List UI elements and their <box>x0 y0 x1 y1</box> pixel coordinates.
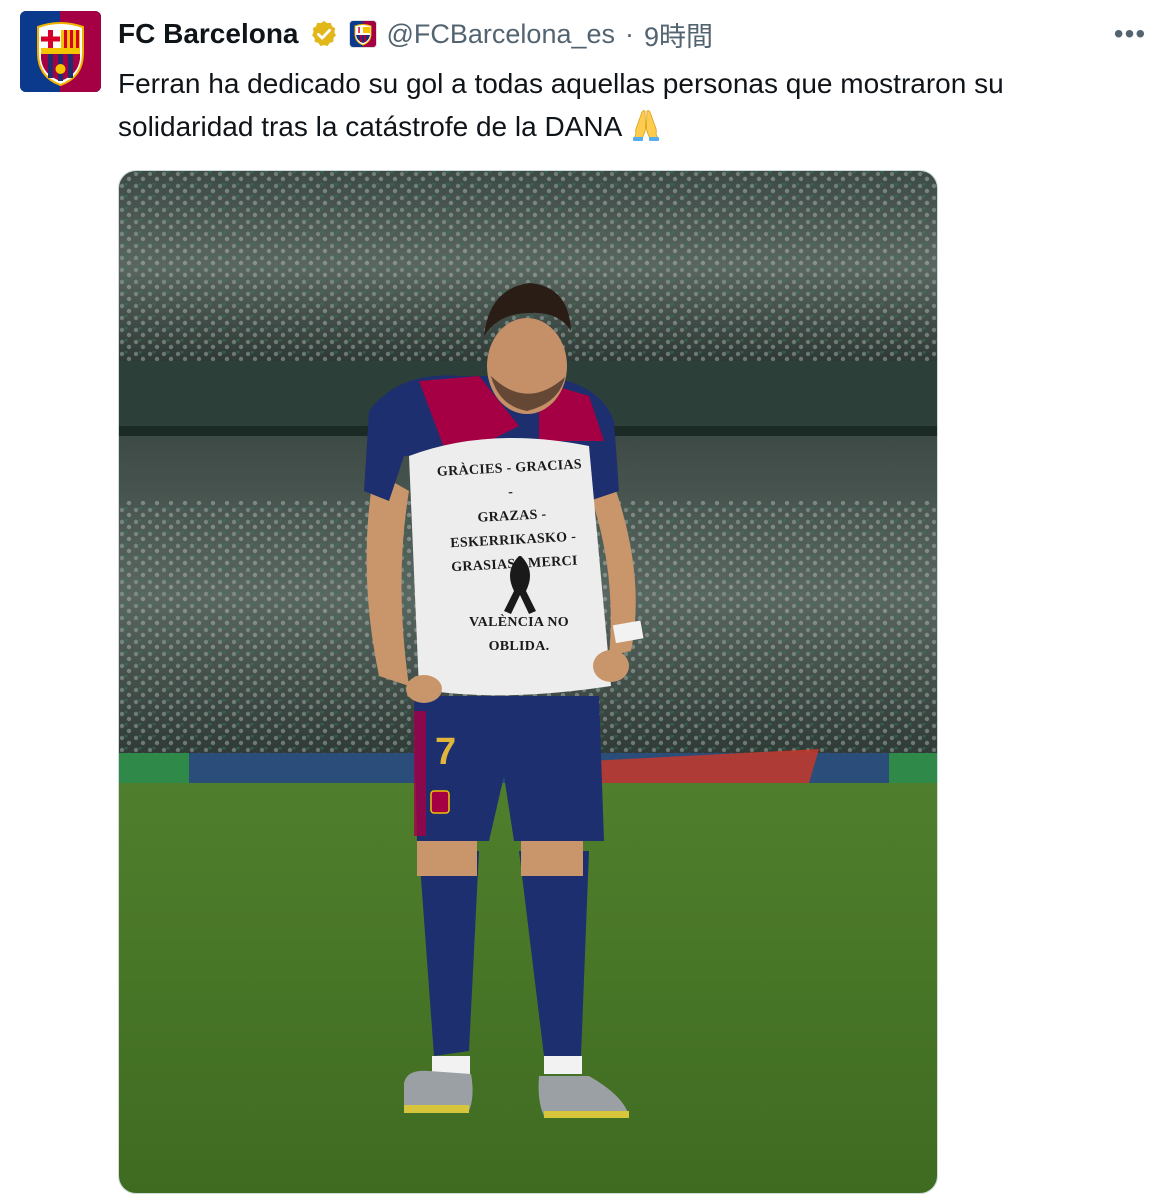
avatar[interactable] <box>20 11 101 92</box>
tweet-photo[interactable]: GRÀCIES - GRACIAS - GRAZAS - ESKERRIKASK… <box>118 170 938 1194</box>
user-handle[interactable]: @FCBarcelona_es <box>387 19 616 50</box>
shirt-message-bottom: VALÈNCIA NO OBLIDA. <box>449 611 589 659</box>
fcb-affiliate-badge-icon[interactable] <box>348 20 377 48</box>
timestamp[interactable]: 9時間 <box>644 15 713 54</box>
shirt-line: GRÀCIES - GRACIAS - <box>436 457 583 501</box>
display-name[interactable]: FC Barcelona <box>118 18 299 50</box>
folded-hands-emoji-icon <box>628 106 664 142</box>
tweet-text: Ferran ha dedicado su gol a todas aquell… <box>118 62 1128 148</box>
shirt-line: OBLIDA. <box>488 639 550 654</box>
tweet-body: Ferran ha dedicado su gol a todas aquell… <box>118 68 1004 142</box>
shirt-message: GRÀCIES - GRACIAS - GRAZAS - ESKERRIKASK… <box>434 453 590 581</box>
fcb-crest-icon <box>20 11 101 92</box>
more-options-button[interactable]: ••• <box>1110 16 1150 52</box>
tweet-header: FC Barcelona @FCBarcelona_es · 9時間 <box>118 14 713 54</box>
verified-badge-icon[interactable] <box>309 19 339 49</box>
shorts-number: 7 <box>435 731 457 773</box>
separator-dot: · <box>625 18 635 49</box>
shirt-line: VALÈNCIA NO <box>469 615 569 630</box>
photo-scene <box>119 171 937 1193</box>
tweet: FC Barcelona @FCBarcelona_es · 9時間 ••• F… <box>0 0 1172 1204</box>
